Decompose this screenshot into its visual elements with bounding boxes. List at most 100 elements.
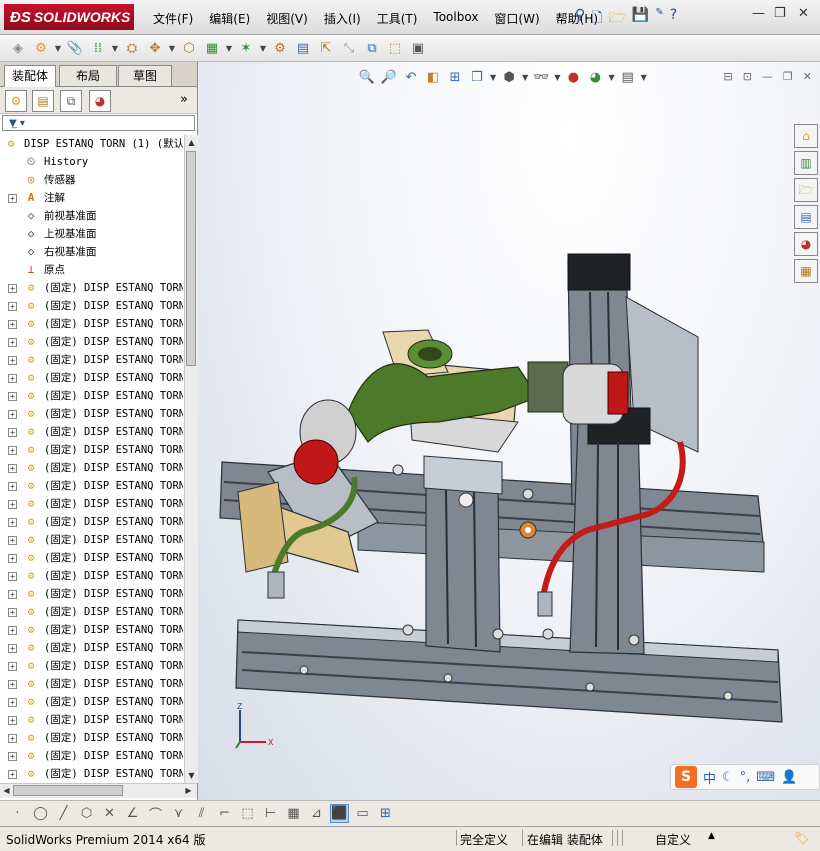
save-icon[interactable]: 💾 <box>632 7 649 31</box>
chevron-down-icon[interactable]: ▼ <box>259 38 267 58</box>
expand-icon[interactable]: + <box>8 320 17 329</box>
close-document-icon[interactable]: ✕ <box>803 70 812 83</box>
expand-icon[interactable]: + <box>8 338 17 347</box>
reference-geometry-icon[interactable]: ✶ <box>236 38 256 58</box>
split-view-icon[interactable]: ⊡ <box>743 70 752 83</box>
menu-toolbox[interactable]: Toolbox <box>425 8 486 29</box>
tree-horizontal-scrollbar[interactable]: ◀ ▶ <box>0 783 197 798</box>
shaded-view-icon[interactable]: ⬛ <box>330 804 349 823</box>
tab-sketch[interactable]: 草图 <box>118 65 172 86</box>
tree-item-component[interactable]: + ⚙ (固定) DISP ESTANQ TORN <box>0 333 183 351</box>
input-method-toolbar[interactable]: S 中 ☾ °, ⌨ 👤 <box>670 764 820 790</box>
expand-icon[interactable]: + <box>8 608 17 617</box>
minimize-document-icon[interactable]: — <box>762 70 773 83</box>
previous-view-icon[interactable]: ↶ <box>402 68 420 86</box>
tree-item-component[interactable]: + ⚙ (固定) DISP ESTANQ TORN <box>0 657 183 675</box>
instant3d-icon[interactable]: ⬚ <box>385 38 405 58</box>
tree-item-component[interactable]: + ⚙ (固定) DISP ESTANQ TORN <box>0 369 183 387</box>
expand-icon[interactable]: + <box>8 302 17 311</box>
assembly-features-icon[interactable]: ▦ <box>202 38 222 58</box>
scroll-thumb[interactable] <box>13 785 123 796</box>
options-icon[interactable]: ✎ <box>655 7 663 31</box>
expand-icon[interactable]: + <box>8 626 17 635</box>
close-window-button[interactable]: ✕ <box>798 6 809 21</box>
tree-item-component[interactable]: + ⚙ (固定) DISP ESTANQ TORN <box>0 513 183 531</box>
help-question-icon[interactable]: ? <box>670 7 677 31</box>
zoom-to-area-icon[interactable]: 🔎 <box>380 68 398 86</box>
solidworks-logo[interactable]: ƉS SOLIDWORKS <box>4 4 134 30</box>
user-icon[interactable]: 👤 <box>781 770 797 785</box>
zoom-to-fit-icon[interactable]: 🔍 <box>358 68 376 86</box>
tree-item-component[interactable]: + ⚙ (固定) DISP ESTANQ TORN <box>0 405 183 423</box>
tree-item-component[interactable]: + ⚙ (固定) DISP ESTANQ TORN <box>0 693 183 711</box>
property-manager-icon[interactable]: ▤ <box>32 90 54 112</box>
bill-of-materials-icon[interactable]: ▤ <box>293 38 313 58</box>
menu-view[interactable]: 视图(V) <box>258 8 316 29</box>
slot-icon[interactable]: ⌒ <box>146 804 165 823</box>
move-component-icon[interactable]: ✥ <box>145 38 165 58</box>
tree-item-component[interactable]: + ⚙ (固定) DISP ESTANQ TORN <box>0 585 183 603</box>
menu-window[interactable]: 窗口(W) <box>486 8 547 29</box>
tree-item-component[interactable]: + ⚙ (固定) DISP ESTANQ TORN <box>0 639 183 657</box>
rectangle-icon[interactable]: ⬚ <box>238 804 257 823</box>
expand-icon[interactable]: + <box>8 482 17 491</box>
interference-detection-icon[interactable]: ⧉ <box>362 38 382 58</box>
tag-icon[interactable]: 🏷 <box>794 831 809 845</box>
expand-icon[interactable]: + <box>8 374 17 383</box>
tree-item-component[interactable]: + ⚙ (固定) DISP ESTANQ TORN <box>0 477 183 495</box>
scroll-right-icon[interactable]: ▶ <box>182 784 195 797</box>
expand-icon[interactable]: + <box>8 356 17 365</box>
tree-item-component[interactable]: + ⚙ (固定) DISP ESTANQ TORN <box>0 549 183 567</box>
tree-item-component[interactable]: + ⚙ (固定) DISP ESTANQ TORN <box>0 621 183 639</box>
menu-file[interactable]: 文件(F) <box>145 8 201 29</box>
keyboard-icon[interactable]: ⌨ <box>756 770 775 785</box>
tree-item-component[interactable]: + ⚙ (固定) DISP ESTANQ TORN <box>0 315 183 333</box>
grid-icon[interactable]: ▦ <box>284 804 303 823</box>
tree-item-component[interactable]: + ⚙ (固定) DISP ESTANQ TORN <box>0 459 183 477</box>
chevron-down-icon[interactable]: ▼ <box>111 38 119 58</box>
tree-item-component[interactable]: + ⚙ (固定) DISP ESTANQ TORN <box>0 675 183 693</box>
insert-component-icon[interactable]: ⚙ <box>31 38 51 58</box>
point-icon[interactable]: · <box>8 804 27 823</box>
tree-item-component[interactable]: + ⚙ (固定) DISP ESTANQ TORN <box>0 441 183 459</box>
tiled-view-icon[interactable]: ⊞ <box>376 804 395 823</box>
angle-icon[interactable]: ∠ <box>123 804 142 823</box>
expand-icon[interactable]: + <box>8 572 17 581</box>
tree-item-component[interactable]: + ⚙ (固定) DISP ESTANQ TORN <box>0 765 183 783</box>
large-assembly-mode-icon[interactable]: ▣ <box>408 38 428 58</box>
display-manager-icon[interactable]: ◕ <box>89 90 111 112</box>
expand-icon[interactable]: + <box>8 446 17 455</box>
status-units[interactable]: 自定义 <box>655 831 691 848</box>
expand-icon[interactable]: + <box>8 518 17 527</box>
expand-icon[interactable]: + <box>8 734 17 743</box>
explode-line-sketch-icon[interactable]: ⤡ <box>339 38 359 58</box>
expand-icon[interactable]: + <box>8 770 17 779</box>
offset-icon[interactable]: ⫽ <box>192 804 211 823</box>
expand-icon[interactable]: + <box>8 590 17 599</box>
menu-edit[interactable]: 编辑(E) <box>201 8 258 29</box>
apply-scene-icon[interactable]: ◕ <box>586 68 604 86</box>
tree-item-component[interactable]: + ⚙ (固定) DISP ESTANQ TORN <box>0 531 183 549</box>
tree-item-component[interactable]: + ⚙ (固定) DISP ESTANQ TORN <box>0 279 183 297</box>
chevron-down-icon[interactable]: ▼ <box>168 38 176 58</box>
chevron-down-icon[interactable]: ▼ <box>522 73 528 82</box>
smart-fasteners-icon[interactable]: ⛭ <box>122 38 142 58</box>
feature-manager-icon[interactable]: ⚙ <box>5 90 27 112</box>
chevron-down-icon[interactable]: ▼ <box>554 73 560 82</box>
scroll-left-icon[interactable]: ◀ <box>0 784 13 797</box>
expand-icon[interactable]: + <box>8 554 17 563</box>
minimize-window-button[interactable]: — <box>752 6 765 21</box>
new-document-icon[interactable]: 🗋 <box>591 7 602 31</box>
expand-icon[interactable]: + <box>8 194 17 203</box>
chevron-down-icon[interactable]: ▼ <box>641 73 647 82</box>
expand-icon[interactable]: + <box>8 662 17 671</box>
tree-item-component[interactable]: + ⚙ (固定) DISP ESTANQ TORN <box>0 387 183 405</box>
corner-icon[interactable]: ⌐ <box>215 804 234 823</box>
new-motion-study-icon[interactable]: ⚙ <box>270 38 290 58</box>
mate-icon[interactable]: 📎 <box>65 38 85 58</box>
expand-icon[interactable]: + <box>8 752 17 761</box>
polygon-icon[interactable]: ⬡ <box>77 804 96 823</box>
show-hidden-icon[interactable]: ⬡ <box>179 38 199 58</box>
expand-icon[interactable]: + <box>8 410 17 419</box>
tree-item-component[interactable]: + ⚙ (固定) DISP ESTANQ TORN <box>0 711 183 729</box>
